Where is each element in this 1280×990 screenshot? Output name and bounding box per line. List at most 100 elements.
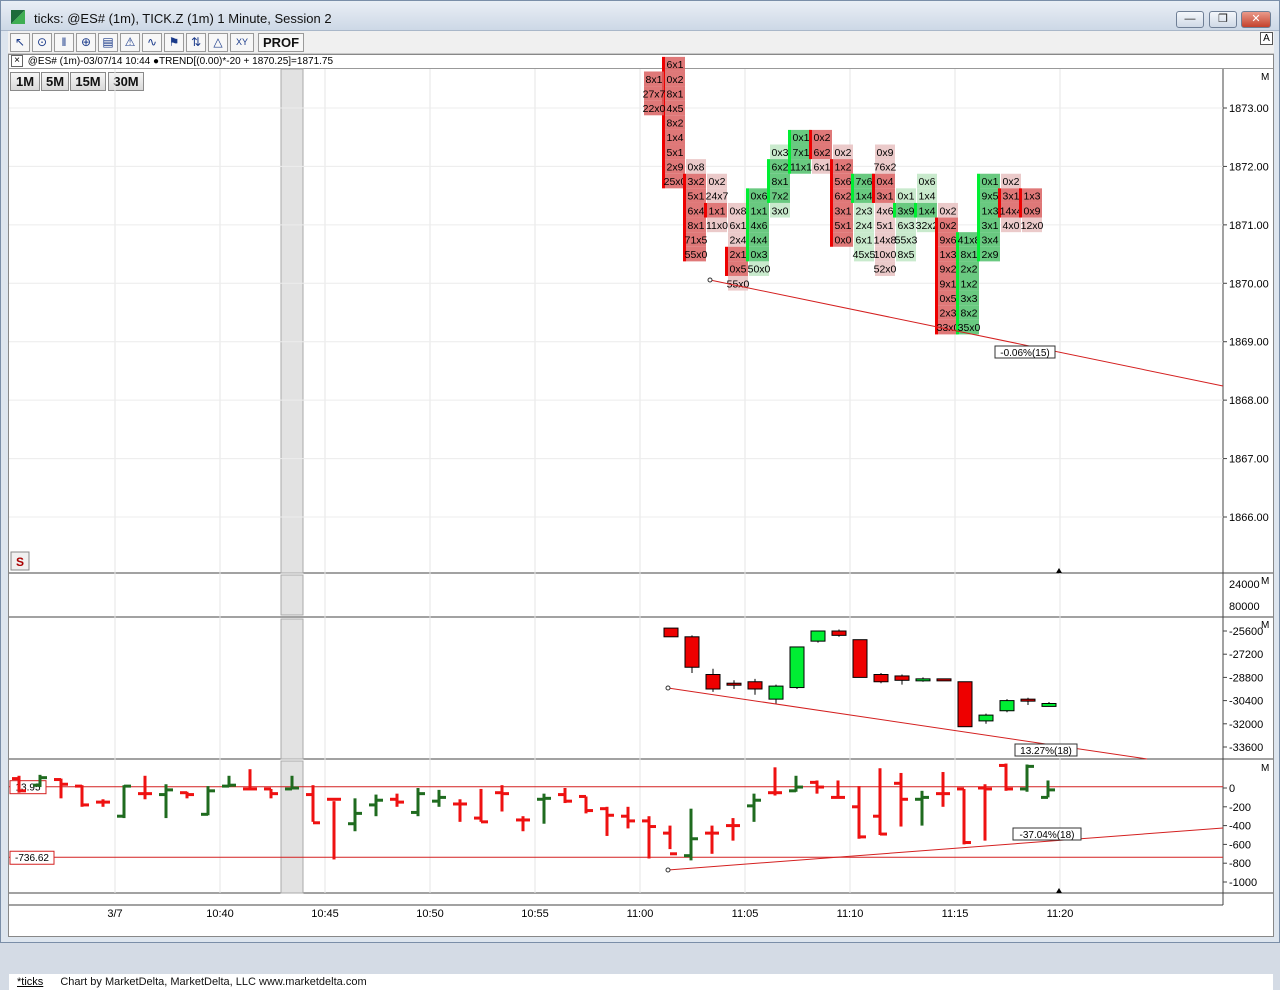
maximize-button[interactable]: ❐ [1209,11,1237,28]
split-icon[interactable]: ⇅ [186,33,206,52]
footprint-cell: 8x2 [667,118,684,130]
footprint-cell: 0x9 [1024,205,1041,217]
footprint-cell: 1x1 [751,205,768,217]
trend-label: -37.04%(18) [1019,830,1074,841]
footprint-cell: 6x1 [730,220,747,232]
auto-scale-button[interactable]: A [1260,32,1273,45]
scroll-marker [1056,888,1062,893]
y-tick-label: -30400 [1229,696,1263,708]
candle-body-strip [851,173,854,203]
zoom-icon[interactable]: ⊕ [76,33,96,52]
footprint-cell: 0x2 [835,147,852,159]
app-window: ticks: @ES# (1m), TICK.Z (1m) 1 Minute, … [0,0,1280,990]
delta-candle [873,674,889,683]
chart-icon[interactable]: ▤ [98,33,118,52]
delta-candle [705,674,721,690]
y-tick-label: 1870.00 [1229,278,1269,290]
delta-candle [915,678,931,682]
footprint-cell: 6x2 [835,191,852,203]
session-divider-bar [280,68,304,574]
footprint-cell: 0x9 [877,147,894,159]
triangle-icon[interactable]: △ [208,33,228,52]
toolbar: ↖ ⊙ ǁ ⊕ ▤ ⚠ ∿ ⚑ ⇅ △ XY PROF [8,31,1274,54]
footprint-cell: 1x3 [982,205,999,217]
y-tick-label: -1000 [1229,877,1257,889]
delta-candle [663,627,679,638]
delta-candle [957,681,973,728]
footprint-cell: 0x0 [835,234,852,246]
y-tick-label: 80000 [1229,601,1260,613]
chart-area[interactable]: × @ES# (1m)-03/07/14 10:44 ●TREND[(0.00)… [8,54,1274,990]
delta-candle [726,682,742,686]
footprint-cell: 2x2 [961,264,978,276]
footprint-cell: 6x1 [667,59,684,71]
delta-candle [789,646,805,689]
footprint-cell: 3x9 [898,205,915,217]
footprint-cell: 6x2 [814,147,831,159]
x-tick-label: 10:40 [206,908,234,920]
footprint-cell: 2x1 [730,249,747,261]
delta-candle [810,630,826,642]
credit-text: Chart by MarketDelta, MarketDelta, LLC w… [60,976,367,988]
footprint-cell: 0x2 [1003,176,1020,188]
pane-menu-icon: M [1261,576,1269,587]
settings-icon-glyph: S [16,555,24,569]
footprint-cell: 45x5 [853,249,876,261]
alert-icon[interactable]: ⚠ [120,33,140,52]
study-icon[interactable]: ∿ [142,33,162,52]
footprint-cell: 3x1 [1003,191,1020,203]
footprint-cell: 6x2 [772,161,789,173]
footprint-cell: 3x1 [877,191,894,203]
footprint-cell: 1x2 [961,278,978,290]
footprint-cell: 2x4 [730,234,747,246]
close-button[interactable]: ✕ [1241,11,1271,28]
trend-line [667,827,1224,871]
ticks-link[interactable]: *ticks [17,976,43,988]
footprint-cell: 8x2 [961,308,978,320]
y-tick-label: -600 [1229,839,1251,851]
window-title: ticks: @ES# (1m), TICK.Z (1m) 1 Minute, … [34,11,332,26]
footprint-cell: 1x1 [709,205,726,217]
footprint-cell: 1x3 [1024,191,1041,203]
cursor-icon[interactable]: ↖ [10,33,30,52]
x-tick-label: 10:55 [521,908,549,920]
footprint-cell: 7x6 [856,176,873,188]
prof-button[interactable]: PROF [258,33,304,52]
bars-icon[interactable]: ǁ [54,33,74,52]
footprint-cell: 6x3 [898,220,915,232]
y-tick-label: -25600 [1229,626,1263,638]
delta-candle [831,630,847,636]
footprint-cell: 4x0 [1003,220,1020,232]
footprint-cell: 71x5 [685,234,708,246]
candle-body-strip [809,129,812,160]
minimize-button[interactable]: — [1176,11,1204,28]
footer: *ticks Chart by MarketDelta, MarketDelta… [9,974,1273,990]
candle-body-strip [746,188,749,262]
pane-menu-icon: M [1261,763,1269,774]
trend-anchor [707,277,713,283]
candle-body-strip [830,159,833,247]
footprint-cell: 5x1 [877,220,894,232]
trend-label: -0.06%(15) [1000,348,1049,359]
footprint-cell: 1x4 [856,191,873,203]
pane-menu-icon: M [1261,72,1269,83]
footprint-cell: 4x5 [667,103,684,115]
footprint-cell: 0x1 [898,191,915,203]
xy-icon[interactable]: XY [230,33,254,52]
flag-icon[interactable]: ⚑ [164,33,184,52]
footprint-cell: 10x0 [874,249,897,261]
delta-candle [1041,703,1057,707]
x-tick-label: 11:10 [837,908,864,920]
footprint-cell: 4x4 [751,234,768,246]
footprint-cell: 8x1 [688,220,705,232]
crosshair-icon[interactable]: ⊙ [32,33,52,52]
footprint-cell: 0x2 [940,205,957,217]
footprint-cell: 8x1 [646,74,663,86]
footprint-cell: 9x1 [940,278,957,290]
x-tick-label: 11:20 [1047,908,1074,920]
footprint-cell: 6x1 [814,161,831,173]
x-tick-label: 11:15 [942,908,969,920]
footprint-cell: 5x6 [835,176,852,188]
trend-anchor [665,867,671,873]
footprint-cell: 8x1 [772,176,789,188]
